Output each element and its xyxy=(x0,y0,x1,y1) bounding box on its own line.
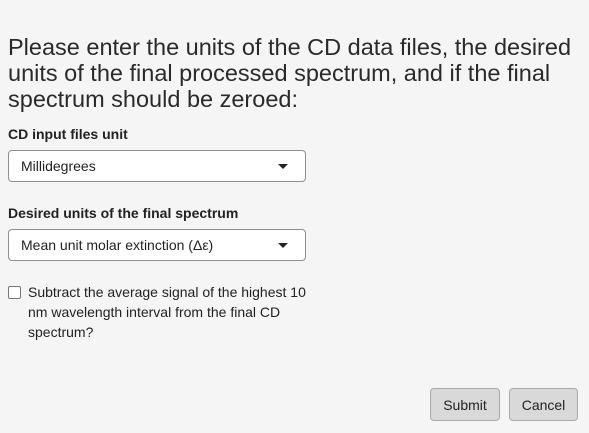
input-unit-selected-value: Millidegrees xyxy=(21,158,96,174)
zero-spectrum-checkbox[interactable] xyxy=(8,286,21,299)
chevron-down-icon xyxy=(278,242,288,248)
output-unit-label: Desired units of the final spectrum xyxy=(8,205,239,221)
output-unit-select[interactable]: Mean unit molar extinction (Δε) xyxy=(8,229,306,261)
chevron-down-icon xyxy=(278,163,288,169)
input-unit-label: CD input files unit xyxy=(8,126,128,142)
output-unit-selected-value: Mean unit molar extinction (Δε) xyxy=(21,237,214,253)
zero-spectrum-label: Subtract the average signal of the highe… xyxy=(28,284,306,340)
submit-button[interactable]: Submit xyxy=(430,388,500,421)
input-unit-select[interactable]: Millidegrees xyxy=(8,150,306,182)
cancel-button[interactable]: Cancel xyxy=(509,388,578,421)
zero-spectrum-option[interactable]: Subtract the average signal of the highe… xyxy=(8,282,313,342)
prompt-heading: Please enter the units of the CD data fi… xyxy=(8,34,572,112)
